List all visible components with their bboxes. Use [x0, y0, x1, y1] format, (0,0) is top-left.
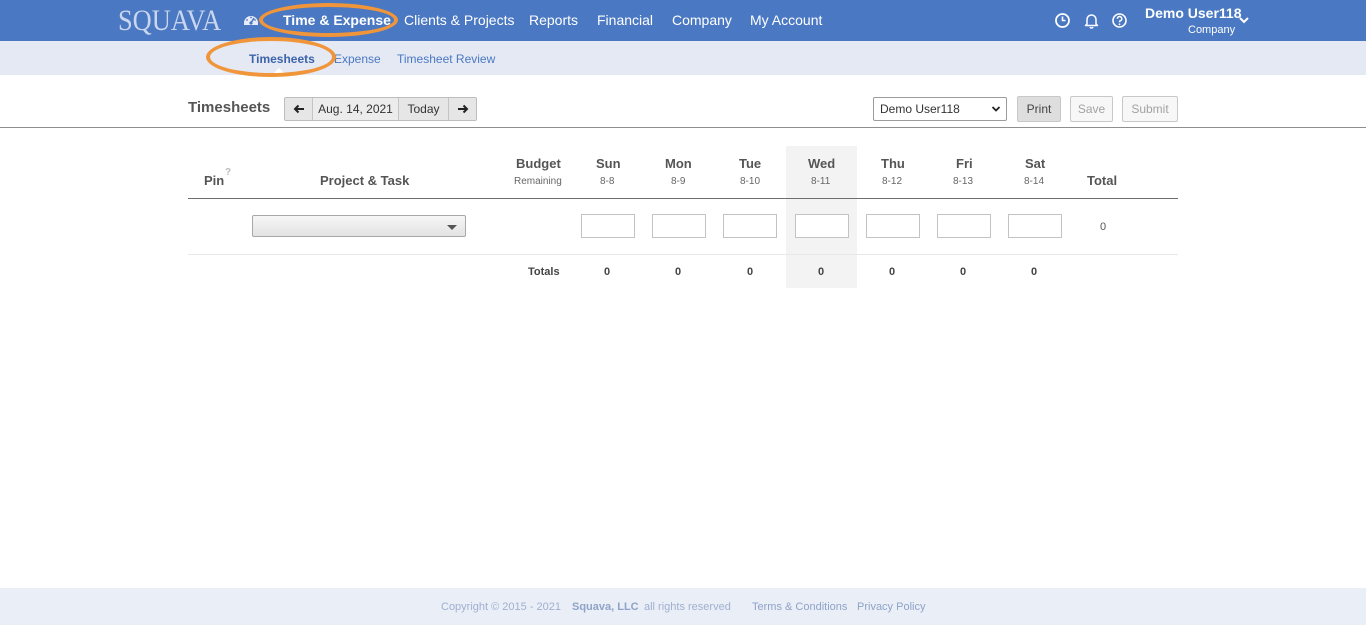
day-date-tue: 8-10: [740, 176, 761, 187]
nav-financial[interactable]: Financial: [597, 12, 653, 28]
total-wed: 0: [817, 266, 825, 278]
submit-button[interactable]: Submit: [1122, 96, 1178, 122]
subnav-expense[interactable]: Expense: [334, 52, 381, 66]
hours-input-thu[interactable]: [866, 214, 920, 238]
day-header-mon: Mon: [665, 156, 692, 171]
caret-down-icon: [447, 225, 457, 230]
chevron-down-icon: [991, 106, 1001, 112]
row-divider: [188, 254, 1178, 255]
user-name[interactable]: Demo User118: [1145, 5, 1242, 21]
day-date-thu: 8-12: [882, 176, 903, 187]
day-header-fri: Fri: [956, 156, 973, 171]
hours-input-tue[interactable]: [723, 214, 777, 238]
footer-rights: all rights reserved: [644, 601, 731, 613]
totals-label: Totals: [528, 266, 560, 278]
day-date-fri: 8-13: [953, 176, 974, 187]
day-header-sun: Sun: [596, 156, 621, 171]
total-thu: 0: [888, 266, 896, 278]
footer-privacy-link[interactable]: Privacy Policy: [857, 601, 925, 613]
nav-time-expense[interactable]: Time & Expense: [283, 12, 391, 28]
dashboard-icon[interactable]: [243, 12, 259, 28]
footer-copyright: Copyright © 2015 - 2021: [441, 601, 562, 613]
day-header-thu: Thu: [881, 156, 905, 171]
total-sun: 0: [603, 266, 611, 278]
date-navigator: Aug. 14, 2021 Today: [284, 97, 477, 121]
previous-week-button[interactable]: [285, 98, 313, 120]
budget-header: Budget: [516, 156, 561, 171]
pin-header: Pin: [204, 173, 225, 188]
total-header: Total: [1087, 173, 1118, 188]
squava-logo[interactable]: SQUAVA: [118, 4, 221, 38]
toolbar-divider: [0, 127, 1366, 128]
arrow-right-icon: [457, 104, 468, 114]
day-date-sat: 8-14: [1024, 176, 1045, 187]
footer-company-link[interactable]: Squava, LLC: [572, 601, 639, 613]
print-button[interactable]: Print: [1017, 96, 1061, 122]
subnav-timesheets[interactable]: Timesheets: [249, 52, 315, 66]
chevron-down-icon[interactable]: [1238, 15, 1250, 25]
bell-icon[interactable]: [1083, 12, 1100, 29]
total-sat: 0: [1030, 266, 1038, 278]
arrow-left-icon: [293, 104, 304, 114]
user-select[interactable]: Demo User118: [873, 97, 1007, 121]
user-select-value: Demo User118: [880, 102, 960, 116]
day-date-wed: 8-11: [811, 176, 831, 187]
project-task-select[interactable]: [252, 215, 466, 237]
hours-input-sat[interactable]: [1008, 214, 1062, 238]
active-tab-caret: [272, 68, 286, 75]
nav-reports[interactable]: Reports: [529, 12, 578, 28]
total-mon: 0: [674, 266, 682, 278]
total-fri: 0: [959, 266, 967, 278]
project-task-header: Project & Task: [320, 173, 410, 188]
nav-my-account[interactable]: My Account: [750, 12, 822, 28]
hours-input-sun[interactable]: [581, 214, 635, 238]
header-divider: [188, 198, 1178, 199]
user-company: Company: [1188, 24, 1236, 36]
day-header-wed: Wed: [808, 156, 836, 171]
pin-help-icon[interactable]: ?: [225, 167, 231, 178]
hours-input-mon[interactable]: [652, 214, 706, 238]
day-date-sun: 8-8: [600, 176, 615, 187]
help-icon[interactable]: [1111, 12, 1128, 29]
subnav-timesheet-review[interactable]: Timesheet Review: [397, 52, 495, 66]
current-date-button[interactable]: Aug. 14, 2021: [313, 98, 399, 120]
nav-clients-projects[interactable]: Clients & Projects: [404, 12, 514, 28]
hours-input-fri[interactable]: [937, 214, 991, 238]
today-button[interactable]: Today: [399, 98, 449, 120]
footer-terms-link[interactable]: Terms & Conditions: [752, 601, 847, 613]
day-header-sat: Sat: [1025, 156, 1046, 171]
top-nav-bar: SQUAVA Time & Expense Clients & Projects…: [0, 0, 1366, 41]
total-tue: 0: [746, 266, 754, 278]
row-total: 0: [1099, 221, 1107, 233]
budget-remaining-subheader: Remaining: [514, 176, 562, 187]
day-date-mon: 8-9: [671, 176, 686, 187]
hours-input-wed[interactable]: [795, 214, 849, 238]
sub-nav-bar: Timesheets Expense Timesheet Review: [0, 41, 1366, 75]
next-week-button[interactable]: [449, 98, 476, 120]
save-button[interactable]: Save: [1070, 96, 1113, 122]
page-title: Timesheets: [188, 99, 271, 116]
clock-icon[interactable]: [1054, 12, 1071, 29]
day-header-tue: Tue: [739, 156, 762, 171]
nav-company[interactable]: Company: [672, 12, 732, 28]
